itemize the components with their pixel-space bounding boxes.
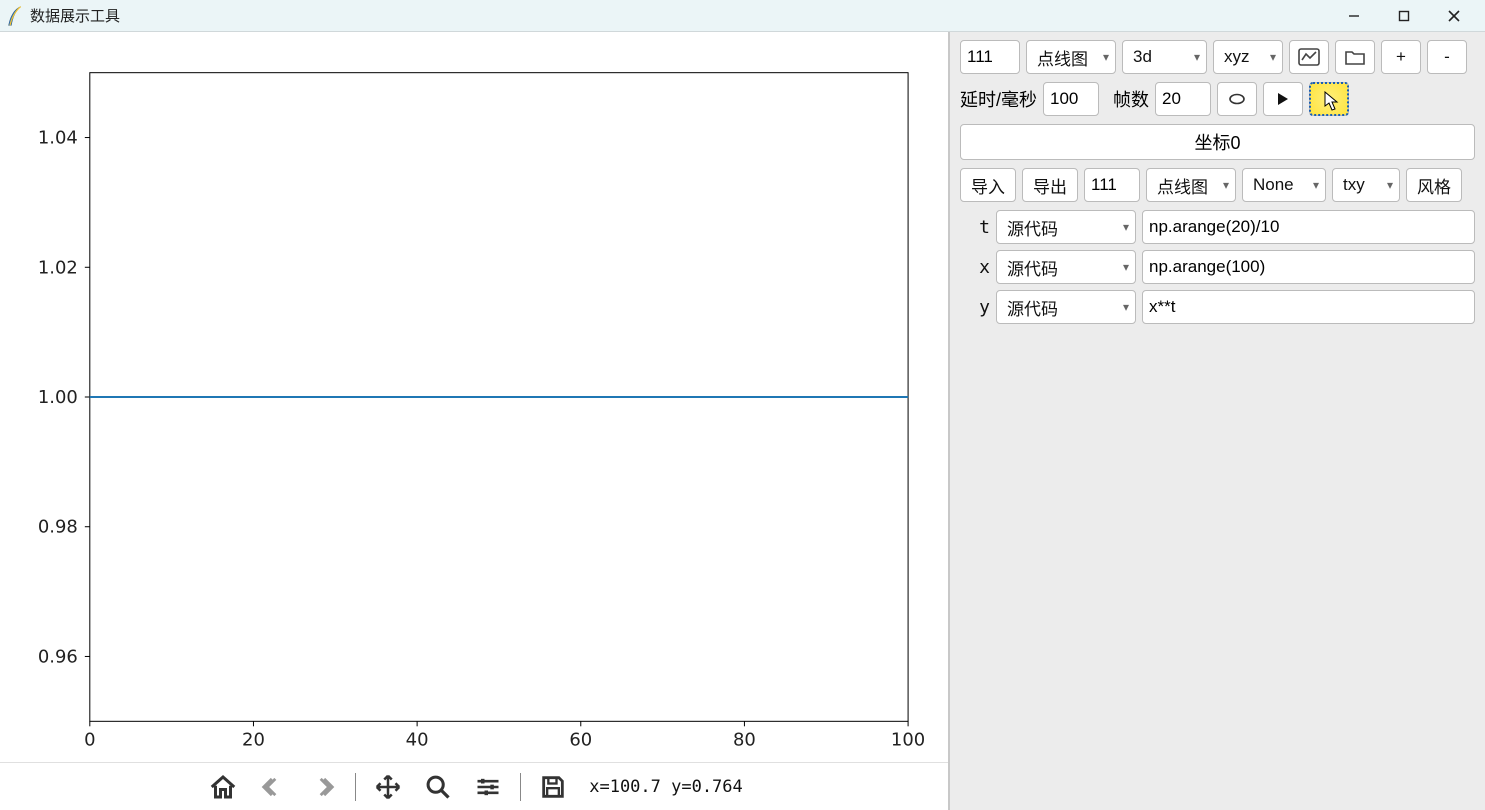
- record-button[interactable]: [1309, 82, 1349, 116]
- svg-text:80: 80: [733, 729, 756, 750]
- zoom-icon[interactable]: [420, 769, 456, 805]
- cursor-coordinates: x=100.7 y=0.764: [589, 777, 743, 797]
- svg-text:20: 20: [242, 729, 265, 750]
- coord-section-button[interactable]: 坐标0: [960, 124, 1475, 160]
- close-button[interactable]: [1429, 0, 1479, 32]
- svg-text:0.96: 0.96: [38, 646, 78, 667]
- preview-plot-button[interactable]: [1289, 40, 1329, 74]
- dimension-select[interactable]: 3d▾: [1122, 40, 1207, 74]
- chevron-down-icon: ▾: [1194, 50, 1200, 64]
- var-source-select-x[interactable]: 源代码▾: [996, 250, 1136, 284]
- plot-area[interactable]: 0 20 40 60 80 100 0.96 0.98 1.00 1.02 1.04: [0, 32, 948, 762]
- minimize-button[interactable]: [1329, 0, 1379, 32]
- loop-button[interactable]: [1217, 82, 1257, 116]
- frames-label: 帧数: [1113, 86, 1149, 112]
- axes-mode-select[interactable]: xyz▾: [1213, 40, 1283, 74]
- app-icon: [6, 5, 22, 27]
- home-icon[interactable]: [205, 769, 241, 805]
- svg-text:40: 40: [406, 729, 429, 750]
- subplot-code-input[interactable]: [960, 40, 1020, 74]
- svg-text:100: 100: [891, 729, 925, 750]
- forward-icon[interactable]: [305, 769, 341, 805]
- var-label-t: t: [960, 217, 990, 238]
- chevron-down-icon: ▾: [1123, 260, 1129, 274]
- subplot-code-input-2[interactable]: [1084, 168, 1140, 202]
- plot-panel: 0 20 40 60 80 100 0.96 0.98 1.00 1.02 1.04: [0, 32, 950, 810]
- delay-label: 延时/毫秒: [960, 86, 1037, 112]
- chevron-down-icon: ▾: [1313, 178, 1319, 192]
- open-folder-button[interactable]: [1335, 40, 1375, 74]
- svg-text:1.04: 1.04: [38, 128, 78, 149]
- add-button[interactable]: +: [1381, 40, 1421, 74]
- maximize-button[interactable]: [1379, 0, 1429, 32]
- option-select[interactable]: None▾: [1242, 168, 1326, 202]
- axes-mode-select-2[interactable]: txy▾: [1332, 168, 1400, 202]
- svg-text:60: 60: [569, 729, 592, 750]
- var-expr-input-y[interactable]: [1142, 290, 1475, 324]
- remove-button[interactable]: -: [1427, 40, 1467, 74]
- svg-text:0: 0: [84, 729, 95, 750]
- frames-input[interactable]: [1155, 82, 1211, 116]
- save-icon[interactable]: [535, 769, 571, 805]
- delay-input[interactable]: [1043, 82, 1099, 116]
- var-label-x: x: [960, 257, 990, 278]
- var-label-y: y: [960, 297, 990, 318]
- coord-section-label: 坐标0: [1194, 129, 1240, 155]
- loop-icon: [1227, 92, 1247, 106]
- var-source-select-t[interactable]: 源代码▾: [996, 210, 1136, 244]
- controls-panel: 点线图▾ 3d▾ xyz▾ + - 延时/毫秒 帧数: [950, 32, 1485, 810]
- svg-text:1.00: 1.00: [38, 387, 78, 408]
- var-row-y: y 源代码▾: [960, 290, 1475, 324]
- matplotlib-toolbar: x=100.7 y=0.764: [0, 762, 948, 810]
- play-button[interactable]: [1263, 82, 1303, 116]
- play-icon: [1276, 92, 1290, 106]
- chevron-down-icon: ▾: [1123, 300, 1129, 314]
- chevron-down-icon: ▾: [1387, 178, 1393, 192]
- var-source-select-y[interactable]: 源代码▾: [996, 290, 1136, 324]
- svg-text:1.02: 1.02: [38, 257, 78, 278]
- window-title: 数据展示工具: [30, 5, 120, 26]
- chevron-down-icon: ▾: [1123, 220, 1129, 234]
- plot-type-select[interactable]: 点线图▾: [1026, 40, 1116, 74]
- var-expr-input-x[interactable]: [1142, 250, 1475, 284]
- var-row-t: t 源代码▾: [960, 210, 1475, 244]
- cursor-icon: [1324, 91, 1342, 113]
- svg-text:0.98: 0.98: [38, 517, 78, 538]
- style-button[interactable]: 风格: [1406, 168, 1462, 202]
- toolbar-separator: [520, 773, 521, 801]
- folder-icon: [1344, 48, 1366, 66]
- import-button[interactable]: 导入: [960, 168, 1016, 202]
- configure-icon[interactable]: [470, 769, 506, 805]
- var-row-x: x 源代码▾: [960, 250, 1475, 284]
- plot-type-select-2[interactable]: 点线图▾: [1146, 168, 1236, 202]
- pan-icon[interactable]: [370, 769, 406, 805]
- chevron-down-icon: ▾: [1270, 50, 1276, 64]
- chevron-down-icon: ▾: [1103, 50, 1109, 64]
- var-expr-input-t[interactable]: [1142, 210, 1475, 244]
- plot-canvas[interactable]: 0 20 40 60 80 100 0.96 0.98 1.00 1.02 1.04: [0, 32, 948, 762]
- export-button[interactable]: 导出: [1022, 168, 1078, 202]
- title-bar: 数据展示工具: [0, 0, 1485, 32]
- back-icon[interactable]: [255, 769, 291, 805]
- chevron-down-icon: ▾: [1223, 178, 1229, 192]
- chart-icon: [1298, 48, 1320, 66]
- toolbar-separator: [355, 773, 356, 801]
